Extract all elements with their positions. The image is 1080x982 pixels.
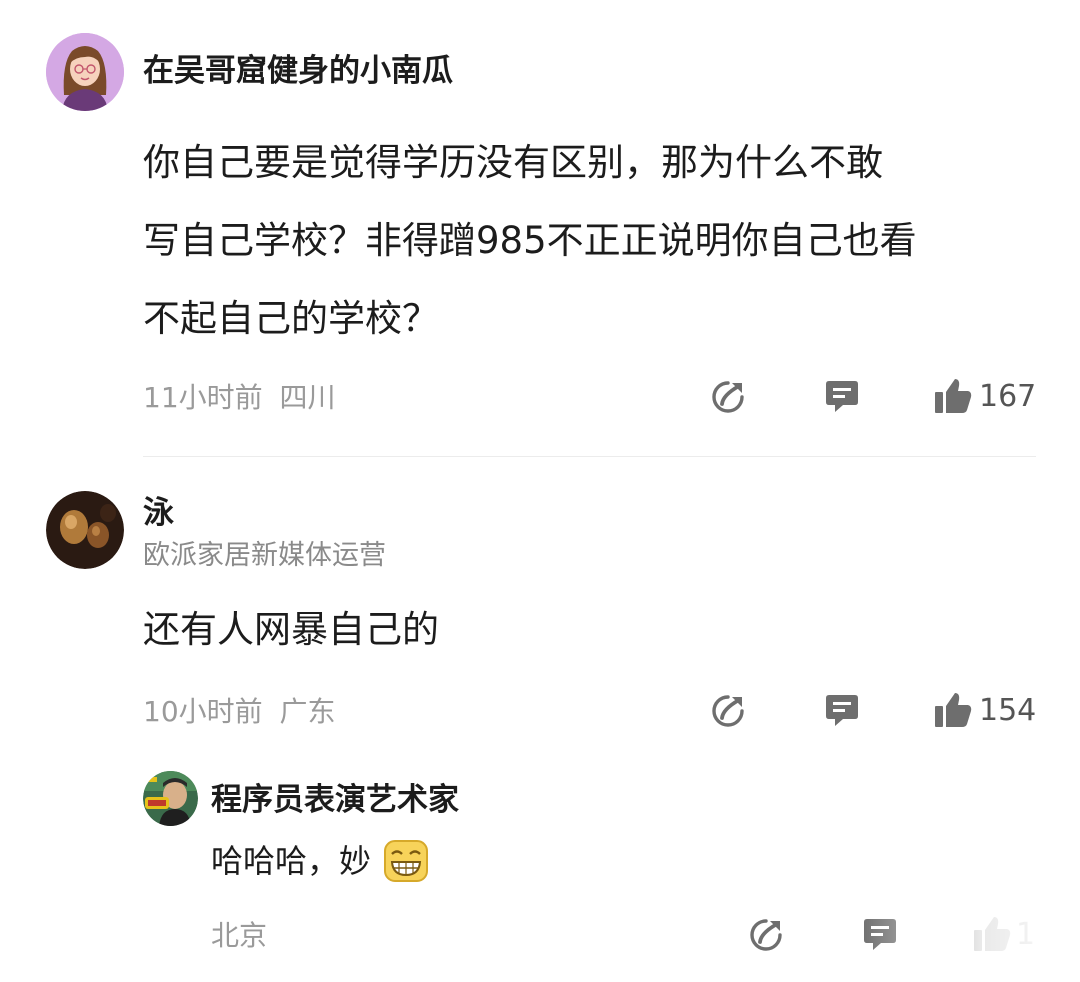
cartoon-girl-avatar <box>46 33 124 111</box>
reply-icon <box>864 919 896 950</box>
like-count: 154 <box>979 693 1037 728</box>
reply-icon <box>826 381 858 412</box>
reply-button[interactable] <box>862 916 898 954</box>
avatar[interactable] <box>143 771 198 826</box>
comment-text: 还有人网暴自己的 <box>143 608 439 651</box>
share-icon <box>712 381 744 413</box>
comment-meta: 11小时前 四川 <box>143 380 336 416</box>
like-count: 1 <box>1016 917 1036 952</box>
thumbs-up-icon <box>935 693 972 727</box>
person-photo-avatar <box>143 771 198 826</box>
timestamp: 11小时前 <box>143 381 263 414</box>
share-button[interactable] <box>710 379 746 415</box>
reply-text-content: 哈哈哈，妙 <box>211 842 372 880</box>
avatar[interactable] <box>46 491 124 569</box>
username[interactable]: 程序员表演艺术家 <box>211 780 459 820</box>
like-button[interactable]: 154 <box>933 691 1043 731</box>
avatar[interactable] <box>46 33 124 111</box>
share-button[interactable] <box>748 917 784 953</box>
thumbs-up-icon <box>935 379 972 413</box>
reply-button[interactable] <box>824 692 860 730</box>
share-icon <box>750 919 782 951</box>
username[interactable]: 在吴哥窟健身的小南瓜 <box>143 51 453 91</box>
location: 广东 <box>279 695 336 728</box>
comment-text-line: 写自己学校？非得蹭985不正正说明你自己也看 <box>143 219 917 262</box>
eggs-photo-avatar <box>46 491 124 569</box>
like-button[interactable]: 1 <box>972 915 1052 955</box>
divider <box>143 456 1036 457</box>
like-count: 167 <box>979 379 1037 414</box>
share-button[interactable] <box>710 693 746 729</box>
like-button[interactable]: 167 <box>933 377 1043 417</box>
location: 四川 <box>279 381 336 414</box>
reply-text: 哈哈哈，妙 <box>211 838 429 884</box>
user-subtitle: 欧派家居新媒体运营 <box>143 540 386 571</box>
reply-icon <box>826 695 858 726</box>
grin-emoji-icon <box>384 840 429 882</box>
location: 北京 <box>211 919 268 952</box>
thumbs-up-icon <box>974 917 1011 951</box>
share-icon <box>712 695 744 727</box>
username[interactable]: 泳 <box>143 493 174 533</box>
comment-meta: 10小时前 广东 <box>143 694 336 730</box>
reply-button[interactable] <box>824 378 860 416</box>
comment-text-line: 不起自己的学校？ <box>143 297 439 340</box>
timestamp: 10小时前 <box>143 695 263 728</box>
comment-text-line: 你自己要是觉得学历没有区别，那为什么不敢 <box>143 141 883 184</box>
